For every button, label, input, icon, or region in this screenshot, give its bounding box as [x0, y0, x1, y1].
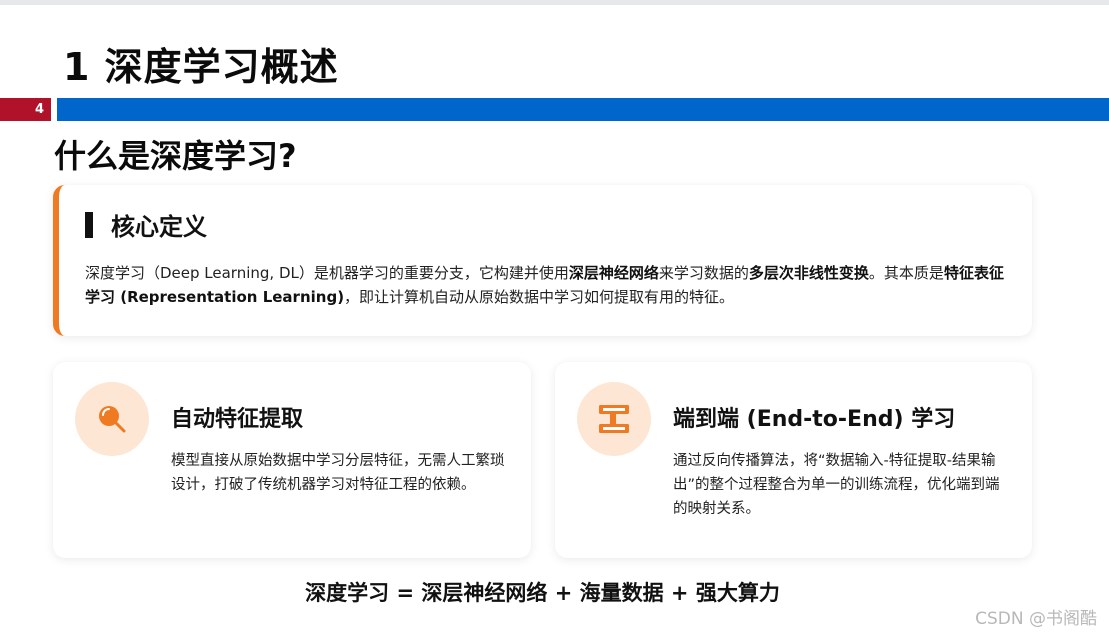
feature-title: 自动特征提取 [171, 407, 304, 432]
definition-text: 深度学习（Deep Learning, DL）是机器学习的重要分支，它构建并使用… [85, 261, 1015, 309]
definition-keyword: 深层神经网络 [568, 264, 659, 282]
definition-header: 核心定义 [85, 207, 207, 242]
definition-heading: 核心定义 [111, 213, 207, 241]
feature-card-auto-extraction: 自动特征提取 模型直接从原始数据中学习分层特征，无需人工繁琐设计，打破了传统机器… [53, 362, 531, 558]
definition-text-part: ，即让计算机自动从原始数据中学习如何提取有用的特征。 [344, 288, 735, 306]
watermark: CSDN @书阁酷 [975, 609, 1097, 629]
feature-text: 模型直接从原始数据中学习分层特征，无需人工繁琐设计，打破了传统机器学习对特征工程… [171, 453, 505, 493]
magnifier-icon [99, 406, 126, 433]
feature-title: 端到端 (End-to-End) 学习 [673, 407, 956, 432]
page-number: 4 [0, 98, 51, 121]
icon-badge [75, 382, 149, 456]
top-border [0, 0, 1109, 5]
slide-title: 1 深度学习概述 [63, 45, 339, 89]
definition-text-part: 深度学习（Deep Learning, DL）是机器学习的重要分支，它构建并使用 [85, 264, 569, 282]
definition-text-part: 。其本质是 [868, 264, 944, 282]
formula: 深度学习 = 深层神经网络 + 海量数据 + 强大算力 [305, 581, 780, 605]
feature-text: 通过反向传播算法，将“数据输入-特征提取-结果输出”的整个过程整合为单一的训练流… [673, 453, 1000, 517]
definition-text-part: 来学习数据的 [658, 264, 749, 282]
pipeline-icon [599, 405, 629, 433]
section-title: 什么是深度学习? [54, 137, 297, 175]
definition-card: 核心定义 深度学习（Deep Learning, DL）是机器学习的重要分支，它… [53, 185, 1032, 336]
icon-badge [577, 382, 651, 456]
definition-keyword: 多层次非线性变换 [748, 264, 869, 282]
heading-marker [85, 211, 93, 238]
header-bar [57, 98, 1109, 121]
feature-card-end-to-end: 端到端 (End-to-End) 学习 通过反向传播算法，将“数据输入-特征提取… [555, 362, 1032, 558]
